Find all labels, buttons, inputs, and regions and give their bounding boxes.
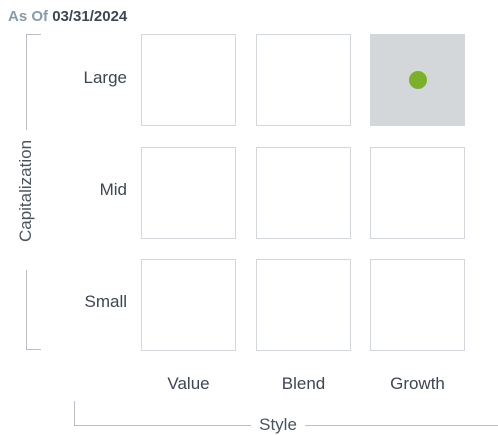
- capitalization-bracket-line-top: [26, 34, 27, 130]
- row-label-mid: Mid: [99, 180, 127, 199]
- cell-small-value: [141, 259, 236, 351]
- style-position-dot: [408, 71, 427, 89]
- style-axis-label: Style: [251, 415, 305, 435]
- style-bracket-tick-left: [74, 401, 75, 426]
- cell-small-blend: [256, 259, 351, 351]
- capitalization-bracket-line-bottom: [26, 270, 27, 350]
- capitalization-bracket-tick-top: [26, 34, 41, 35]
- capitalization-axis-label: Capitalization: [16, 134, 36, 248]
- row-label-large: Large: [83, 68, 127, 87]
- row-label-small: Small: [84, 292, 127, 311]
- capitalization-bracket-tick-bottom: [26, 349, 41, 350]
- as-of-date: 03/31/2024: [52, 8, 128, 25]
- column-label-value: Value: [167, 374, 210, 393]
- as-of-header: As Of 03/31/2024: [8, 7, 127, 27]
- as-of-prefix: As Of: [8, 8, 49, 25]
- cell-mid-blend: [256, 147, 351, 239]
- cell-large-growth: [370, 34, 465, 126]
- cell-mid-growth: [370, 147, 465, 239]
- column-label-blend: Blend: [281, 374, 326, 393]
- cell-small-growth: [370, 259, 465, 351]
- cell-mid-value: [141, 147, 236, 239]
- cell-large-blend: [256, 34, 351, 126]
- column-label-growth: Growth: [390, 374, 445, 393]
- cell-large-value: [141, 34, 236, 126]
